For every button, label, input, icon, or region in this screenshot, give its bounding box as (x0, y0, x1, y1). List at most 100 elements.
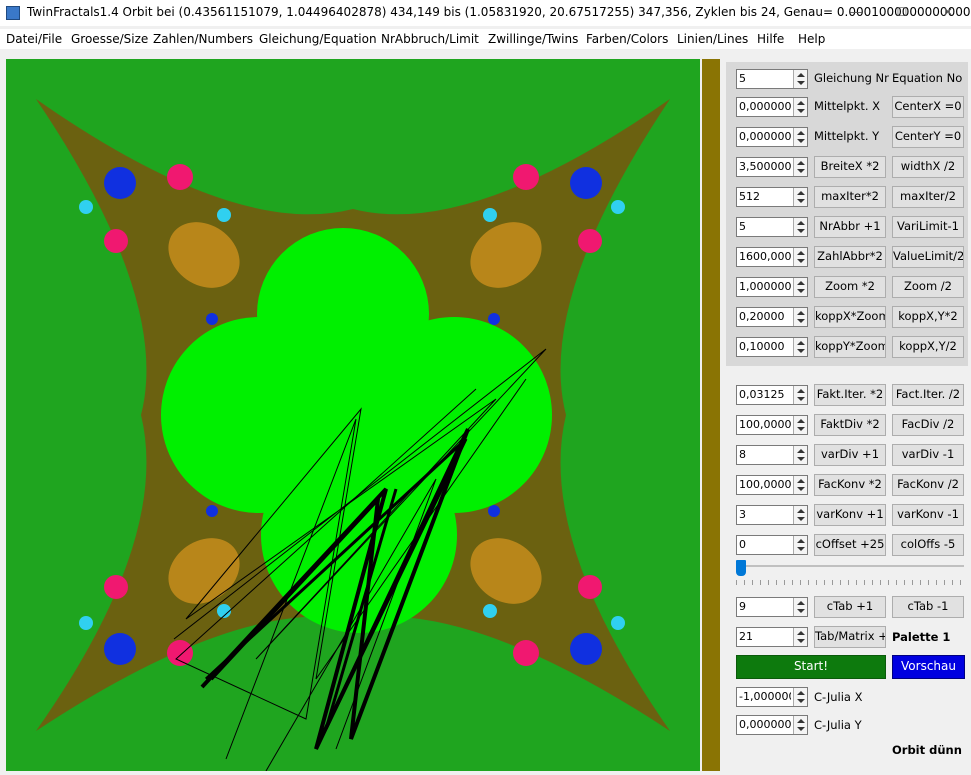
var-div-stepper[interactable]: 8 (736, 445, 808, 465)
stepper-arrows[interactable] (793, 628, 807, 646)
down-arrow-icon[interactable] (797, 169, 805, 173)
down-arrow-icon[interactable] (797, 457, 805, 461)
up-arrow-icon[interactable] (797, 341, 805, 345)
down-arrow-icon[interactable] (797, 289, 805, 293)
fakt-iter-double-button[interactable]: Fakt.Iter. *2 (814, 384, 886, 406)
stepper-arrows[interactable] (793, 536, 807, 554)
down-arrow-icon[interactable] (797, 699, 805, 703)
stepper-arrows[interactable] (793, 338, 807, 356)
fakt-iter-stepper[interactable]: 0,03125 (736, 385, 808, 405)
menu-help[interactable]: Help (798, 32, 825, 46)
c-julia-y-stepper[interactable]: 0,0000000 (736, 715, 808, 735)
nr-abbr-inc-button[interactable]: NrAbbr +1 (814, 216, 886, 238)
stepper-arrows[interactable] (793, 386, 807, 404)
c-tab-inc-button[interactable]: cTab +1 (814, 596, 886, 618)
c-offset-inc-button[interactable]: cOffset +25 (814, 534, 886, 556)
menu-numbers[interactable]: Zahlen/Numbers (153, 32, 253, 46)
center-y-reset-button[interactable]: CenterY =0 (892, 126, 964, 148)
down-arrow-icon[interactable] (797, 397, 805, 401)
fakt-div-stepper[interactable]: 100,00000 (736, 415, 808, 435)
down-arrow-icon[interactable] (797, 139, 805, 143)
up-arrow-icon[interactable] (797, 281, 805, 285)
fac-div-half-button[interactable]: FacDiv /2 (892, 414, 964, 436)
kopp-x-stepper[interactable]: 0,20000 (736, 307, 808, 327)
stepper-arrows[interactable] (793, 218, 807, 236)
up-arrow-icon[interactable] (797, 719, 805, 723)
stepper-arrows[interactable] (793, 506, 807, 524)
stepper-arrows[interactable] (793, 598, 807, 616)
menu-size[interactable]: Groesse/Size (71, 32, 148, 46)
minimize-button[interactable]: — (833, 0, 879, 26)
down-arrow-icon[interactable] (797, 517, 805, 521)
stepper-arrows[interactable] (793, 248, 807, 266)
max-iter-half-button[interactable]: maxIter/2 (892, 186, 964, 208)
color-offset-slider-track[interactable] (736, 565, 964, 567)
up-arrow-icon[interactable] (797, 221, 805, 225)
up-arrow-icon[interactable] (797, 601, 805, 605)
kopp-x-zoom-button[interactable]: koppX*Zoom (814, 306, 886, 328)
menu-colors[interactable]: Farben/Colors (586, 32, 668, 46)
kopp-xy-half-button[interactable]: koppX,Y/2 (892, 336, 964, 358)
fac-konv-stepper[interactable]: 100,00000 (736, 475, 808, 495)
up-arrow-icon[interactable] (797, 509, 805, 513)
stepper-arrows[interactable] (793, 446, 807, 464)
menu-equation[interactable]: Gleichung/Equation (259, 32, 377, 46)
up-arrow-icon[interactable] (797, 131, 805, 135)
var-div-dec-button[interactable]: varDiv -1 (892, 444, 964, 466)
menu-limit[interactable]: NrAbbruch/Limit (381, 32, 479, 46)
up-arrow-icon[interactable] (797, 419, 805, 423)
zoom-stepper[interactable]: 1,0000000 (736, 277, 808, 297)
center-x-reset-button[interactable]: CenterX =0 (892, 96, 964, 118)
stepper-arrows[interactable] (793, 476, 807, 494)
c-offset-stepper[interactable]: 0 (736, 535, 808, 555)
up-arrow-icon[interactable] (797, 539, 805, 543)
up-arrow-icon[interactable] (797, 191, 805, 195)
up-arrow-icon[interactable] (797, 691, 805, 695)
value-limit-half-button[interactable]: ValueLimit/2 (892, 246, 964, 268)
center-y-stepper[interactable]: 0,0000000 (736, 127, 808, 147)
kopp-y-stepper[interactable]: 0,10000 (736, 337, 808, 357)
fractal-canvas[interactable] (6, 59, 700, 771)
up-arrow-icon[interactable] (797, 631, 805, 635)
maximize-button[interactable]: ☐ (879, 0, 925, 26)
kopp-y-zoom-button[interactable]: koppY*Zoom (814, 336, 886, 358)
menu-file[interactable]: Datei/File (6, 32, 62, 46)
stepper-arrows[interactable] (793, 716, 807, 734)
close-button[interactable]: ✕ (925, 0, 971, 26)
var-konv-stepper[interactable]: 3 (736, 505, 808, 525)
up-arrow-icon[interactable] (797, 311, 805, 315)
stepper-arrows[interactable] (793, 70, 807, 88)
max-iter-stepper[interactable]: 512 (736, 187, 808, 207)
up-arrow-icon[interactable] (797, 251, 805, 255)
stepper-arrows[interactable] (793, 416, 807, 434)
down-arrow-icon[interactable] (797, 487, 805, 491)
fac-konv-double-button[interactable]: FacKonv *2 (814, 474, 886, 496)
menu-twins[interactable]: Zwillinge/Twins (488, 32, 578, 46)
down-arrow-icon[interactable] (797, 199, 805, 203)
tab-matrix-stepper[interactable]: 21 (736, 627, 808, 647)
down-arrow-icon[interactable] (797, 547, 805, 551)
stepper-arrows[interactable] (793, 128, 807, 146)
c-julia-x-stepper[interactable]: -1,0000000 (736, 687, 808, 707)
preview-button[interactable]: Vorschau (892, 655, 965, 679)
width-double-button[interactable]: BreiteX *2 (814, 156, 886, 178)
var-konv-dec-button[interactable]: varKonv -1 (892, 504, 964, 526)
nr-abbr-stepper[interactable]: 5 (736, 217, 808, 237)
equation-stepper[interactable]: 5 (736, 69, 808, 89)
down-arrow-icon[interactable] (797, 609, 805, 613)
zoom-double-button[interactable]: Zoom *2 (814, 276, 886, 298)
stepper-arrows[interactable] (793, 308, 807, 326)
zoom-half-button[interactable]: Zoom /2 (892, 276, 964, 298)
stepper-arrows[interactable] (793, 158, 807, 176)
var-konv-inc-button[interactable]: varKonv +1 (814, 504, 886, 526)
width-stepper[interactable]: 3,5000000 (736, 157, 808, 177)
up-arrow-icon[interactable] (797, 479, 805, 483)
down-arrow-icon[interactable] (797, 427, 805, 431)
vari-limit-dec-button[interactable]: VariLimit-1 (892, 216, 964, 238)
menu-hilfe[interactable]: Hilfe (757, 32, 784, 46)
zahl-abbr-stepper[interactable]: 1600,0000 (736, 247, 808, 267)
stepper-arrows[interactable] (793, 188, 807, 206)
down-arrow-icon[interactable] (797, 319, 805, 323)
kopp-xy-double-button[interactable]: koppX,Y*2 (892, 306, 964, 328)
fakt-iter-half-button[interactable]: Fact.Iter. /2 (892, 384, 964, 406)
